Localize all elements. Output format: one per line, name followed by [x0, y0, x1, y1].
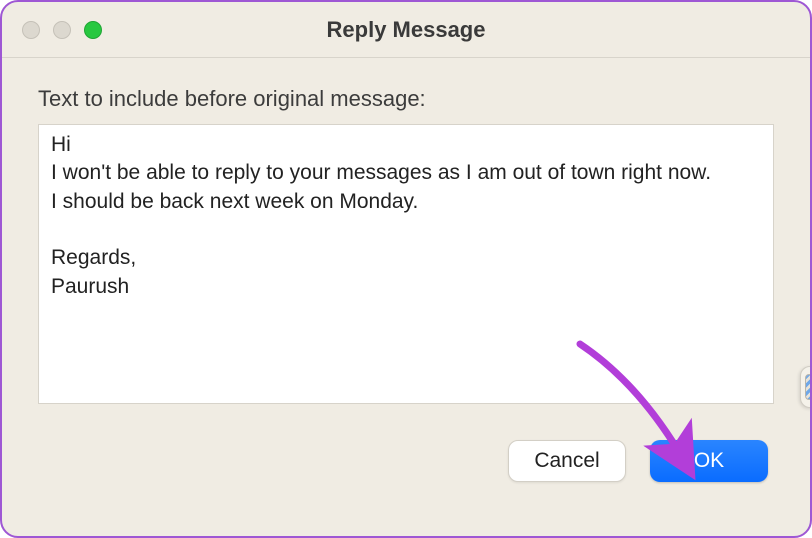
- reply-message-textarea[interactable]: Hi I won't be able to reply to your mess…: [38, 124, 774, 404]
- ok-button[interactable]: OK: [650, 440, 768, 482]
- zoom-icon[interactable]: [84, 21, 102, 39]
- minimize-icon[interactable]: [53, 21, 71, 39]
- prompt-label: Text to include before original message:: [38, 86, 774, 112]
- dialog-content: Text to include before original message:…: [2, 58, 810, 502]
- dialog-window: Reply Message Text to include before ori…: [0, 0, 812, 538]
- button-row: Cancel OK: [38, 440, 774, 482]
- window-title: Reply Message: [2, 17, 810, 43]
- side-widget-indicator-icon: [805, 374, 812, 400]
- titlebar: Reply Message: [2, 2, 810, 58]
- side-widget: [800, 366, 812, 408]
- close-icon[interactable]: [22, 21, 40, 39]
- cancel-button[interactable]: Cancel: [508, 440, 626, 482]
- window-controls: [22, 21, 102, 39]
